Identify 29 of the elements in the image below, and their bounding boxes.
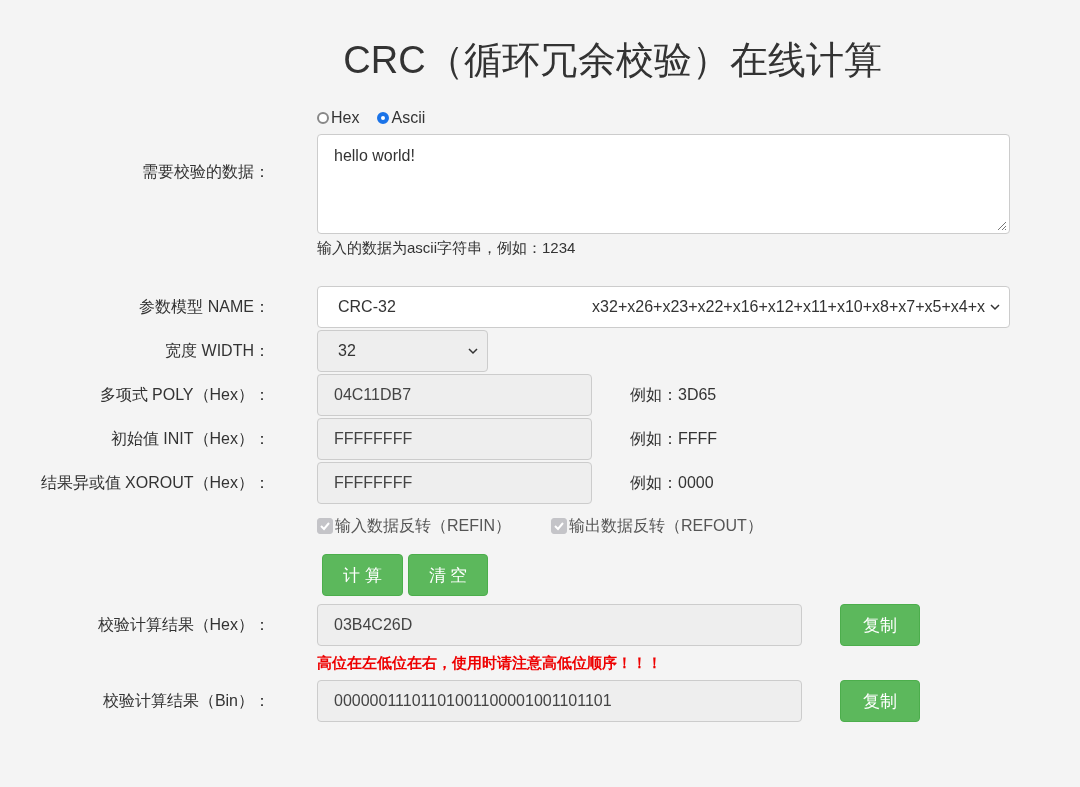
- hex-input[interactable]: FFFFFFFF: [317, 462, 592, 504]
- input-hint: 输入的数据为ascii字符串，例如：1234: [317, 239, 577, 258]
- width-select[interactable]: 32: [317, 330, 488, 372]
- field-label: 参数模型 NAME：: [139, 297, 270, 315]
- warning-text: 高位在左低位在右，使用时请注意高低位顺序！！！: [317, 653, 662, 673]
- chevron-down-icon: [467, 347, 479, 355]
- resize-grip-icon: [995, 219, 1007, 231]
- result-field[interactable]: 00000011101101001100001001101101: [317, 680, 802, 722]
- example-text: 例如：0000: [630, 472, 714, 493]
- field-label: 校验计算结果（Hex）：: [97, 615, 270, 633]
- hex-input[interactable]: 04C11DB7: [317, 374, 592, 416]
- checkmark-icon: [319, 520, 331, 532]
- data-textarea[interactable]: hello world!: [317, 134, 1010, 234]
- field-label: 宽度 WIDTH：: [165, 341, 270, 359]
- model-select[interactable]: CRC-32 x32+x26+x23+x22+x16+x12+x11+x10+x8+x7+x5+x4+x: [317, 286, 1010, 328]
- field-label: 结果异或值 XOROUT（Hex）：: [40, 473, 270, 491]
- radio-option[interactable]: Hex: [317, 109, 360, 127]
- field-label: 多项式 POLY（Hex）：: [99, 385, 270, 403]
- checkmark-icon: [553, 520, 565, 532]
- field-label: 需要校验的数据：: [142, 163, 270, 180]
- chevron-down-icon: [989, 303, 1001, 311]
- example-text: 例如：3D65: [630, 384, 717, 405]
- result-field[interactable]: 03B4C26D: [317, 604, 802, 646]
- field-label: 校验计算结果（Bin）：: [102, 691, 270, 709]
- example-text: 例如：FFFF: [630, 428, 718, 449]
- radio-option[interactable]: Ascii: [377, 109, 426, 127]
- field-label: 初始值 INIT（Hex）：: [110, 429, 270, 447]
- page-title: CRC（循环冗余校验）在线计算: [342, 38, 883, 83]
- hex-input[interactable]: FFFFFFFF: [317, 418, 592, 460]
